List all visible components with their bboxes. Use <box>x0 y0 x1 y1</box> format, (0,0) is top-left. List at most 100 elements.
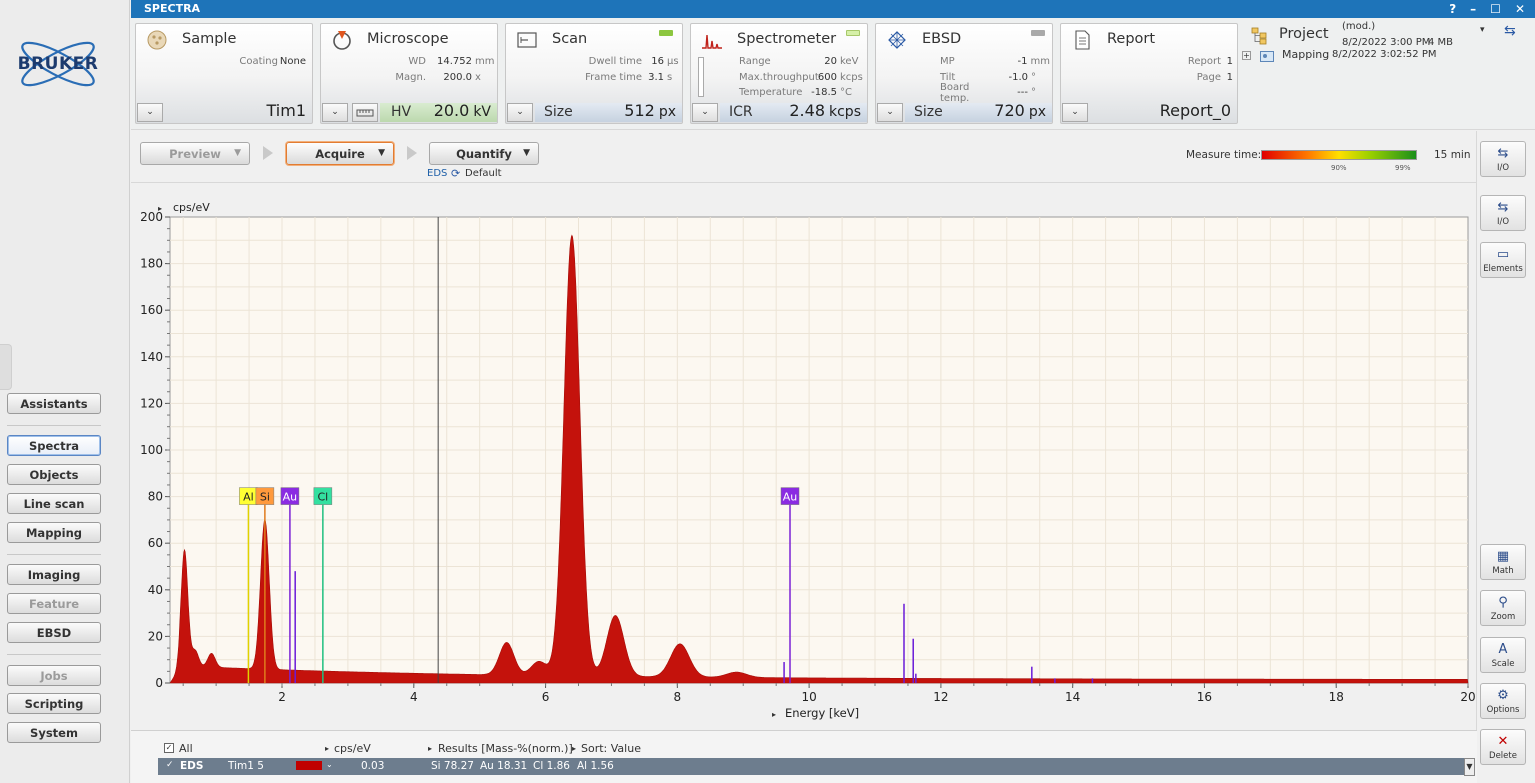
elements-button[interactable]: ▭ Elements <box>1480 242 1526 278</box>
sidebar-button-ebsd[interactable]: EBSD <box>7 622 101 643</box>
select-all-checkbox[interactable]: ✓ <box>164 743 174 753</box>
method-label[interactable]: Default <box>465 168 502 179</box>
sidebar-button-feature[interactable]: Feature <box>7 593 101 614</box>
sidebar-button-imaging[interactable]: Imaging <box>7 564 101 585</box>
expand-arrow-icon[interactable]: ▸ <box>325 744 329 753</box>
sidebar-collapse-handle[interactable] <box>0 344 12 390</box>
report-dropdown[interactable]: ⌄ <box>1062 103 1088 122</box>
wd-label: WD <box>408 56 426 68</box>
throughput-unit: kcps <box>840 71 863 83</box>
spectrometer-dropdown[interactable]: ⌄ <box>692 103 718 122</box>
unit-column-header[interactable]: cps/eV <box>334 742 371 755</box>
project-tree-icon <box>1251 27 1271 48</box>
sample-dropdown[interactable]: ⌄ <box>137 103 163 122</box>
x-axis-label[interactable]: Energy [keV] <box>785 706 859 720</box>
ruler-icon[interactable] <box>352 103 378 122</box>
sidebar-button-objects[interactable]: Objects <box>7 464 101 485</box>
row-checkbox-icon[interactable]: ✓ <box>166 760 174 770</box>
sample-icon <box>146 29 168 51</box>
refresh-icon[interactable]: ⟳ <box>451 167 460 180</box>
results-column-header[interactable]: Results [Mass-%(norm.)] <box>438 742 573 755</box>
sidebar-button-scripting[interactable]: Scripting <box>7 693 101 714</box>
y-axis-label[interactable]: cps/eV <box>173 201 210 214</box>
scan-dropdown[interactable]: ⌄ <box>507 103 533 122</box>
table-row[interactable]: ✓ EDS Tim1 5 ⌄ 0.03 Si 78.27 Au 18.31 Cl… <box>158 758 1464 775</box>
minimize-button[interactable]: – <box>1470 0 1476 18</box>
swap-icon: ⇆ <box>1497 146 1509 161</box>
options-button[interactable]: ⚙ Options <box>1480 683 1526 719</box>
row-color-swatch[interactable] <box>296 761 322 770</box>
title-bar: SPECTRA ? – ☐ ✕ <box>131 0 1535 18</box>
expand-arrow-icon[interactable]: ▸ <box>572 744 576 753</box>
project-sync-icon[interactable]: ⇆ <box>1504 23 1516 39</box>
icr-label: ICR <box>729 104 753 120</box>
element-marker-label[interactable]: Au <box>283 491 298 504</box>
acquire-button[interactable]: Acquire ▼ <box>286 142 394 165</box>
y-axis-expand-icon[interactable]: ▸ <box>158 204 162 213</box>
swatch-dropdown-icon[interactable]: ⌄ <box>326 760 333 769</box>
row-value: 0.03 <box>361 760 385 772</box>
options-icon: ⚙ <box>1497 688 1509 703</box>
sidebar-button-spectra[interactable]: Spectra <box>7 435 101 456</box>
math-button[interactable]: ▦ Math <box>1480 544 1526 580</box>
spectrum-chart[interactable]: Al Si Au Cl Au 2 4 6 8 10 12 14 16 18 20 0 20 40 60 80 100 1… <box>131 184 1475 729</box>
report-panel[interactable]: Report Report 1 Page 1 ⌄ Report_0 <box>1060 23 1238 124</box>
spectrometer-panel[interactable]: Spectrometer Range 20 keV Max.throughput 60… <box>690 23 868 124</box>
chevron-down-icon: ▼ <box>378 148 385 158</box>
io-top-button[interactable]: ⇆ I/O <box>1480 141 1526 177</box>
y-tick-label: 180 <box>140 257 163 271</box>
microscope-title: Microscope <box>367 31 449 47</box>
x-axis-expand-icon[interactable]: ▸ <box>772 710 776 719</box>
icr-value: 2.48 <box>789 101 825 120</box>
chevron-down-icon: ▼ <box>234 148 241 158</box>
sidebar-button-jobs[interactable]: Jobs <box>7 665 101 686</box>
element-marker-label[interactable]: Al <box>243 491 254 504</box>
project-child-label[interactable]: Mapping <box>1282 48 1329 61</box>
maximize-button[interactable]: ☐ <box>1490 0 1501 18</box>
sidebar-button-assistants[interactable]: Assistants <box>7 393 101 414</box>
preview-button[interactable]: Preview ▼ <box>140 142 250 165</box>
scan-size-unit: px <box>658 104 676 120</box>
microscope-panel[interactable]: Microscope WD 14.752 mm Magn. 200.0 x ⌄ HV 2… <box>320 23 498 124</box>
sidebar-button-system[interactable]: System <box>7 722 101 743</box>
sidebar-button-line-scan[interactable]: Line scan <box>7 493 101 514</box>
wd-value: 14.752 <box>437 56 472 68</box>
y-tick-label: 160 <box>140 303 163 317</box>
frame-unit: s <box>667 71 673 83</box>
progress-tick-90: 90% <box>1331 164 1347 172</box>
spectrometer-level-gauge <box>698 57 704 97</box>
element-marker-label[interactable]: Au <box>783 491 798 504</box>
elements-label: Elements <box>1483 264 1523 274</box>
microscope-dropdown[interactable]: ⌄ <box>322 103 348 122</box>
ebsd-dropdown[interactable]: ⌄ <box>877 103 903 122</box>
project-panel[interactable]: Project (mod.) 8/2/2022 3:00 PM 4 MB ▾ ⇆… <box>1240 21 1527 63</box>
expand-arrow-icon[interactable]: ▸ <box>428 744 432 753</box>
element-marker-label[interactable]: Si <box>260 491 270 504</box>
spectrum-svg[interactable]: Al Si Au Cl Au 2 4 6 8 10 12 14 16 18 20 0 20 40 60 80 100 1… <box>131 184 1475 729</box>
document-icon <box>1071 29 1093 51</box>
scale-button[interactable]: A Scale <box>1480 637 1526 673</box>
scan-panel[interactable]: Scan Dwell time 16 µs Frame time 3.1 s ⌄ Siz… <box>505 23 683 124</box>
scroll-down-icon[interactable]: ▼ <box>1464 758 1475 776</box>
expand-icon[interactable]: + <box>1242 51 1251 60</box>
ebsd-panel[interactable]: EBSD MP -1 mm Tilt -1.0 ° Board temp. --- ° ⌄ … <box>875 23 1053 124</box>
sidebar-button-mapping[interactable]: Mapping <box>7 522 101 543</box>
magnifier-icon: ⚲ <box>1498 595 1508 610</box>
io-button[interactable]: ⇆ I/O <box>1480 195 1526 231</box>
sample-panel[interactable]: Sample Coating None ⌄ Tim1 <box>135 23 313 124</box>
eds-mode-label[interactable]: EDS <box>427 168 447 179</box>
sort-column-header[interactable]: Sort: Value <box>581 742 641 755</box>
magn-label: Magn. <box>395 71 426 83</box>
board-temp-value: --- <box>1017 87 1028 99</box>
close-button[interactable]: ✕ <box>1515 0 1525 18</box>
x-tick-label: 16 <box>1197 690 1212 704</box>
throughput-label: Max.throughput <box>739 71 819 83</box>
delete-button[interactable]: ✕ Delete <box>1480 729 1526 765</box>
project-dropdown-icon[interactable]: ▾ <box>1480 25 1485 35</box>
quantify-button[interactable]: Quantify ▼ <box>429 142 539 165</box>
measure-time-value: 15 min <box>1434 149 1471 161</box>
zoom-button[interactable]: ⚲ Zoom <box>1480 590 1526 626</box>
help-button[interactable]: ? <box>1449 0 1456 18</box>
row-au: Au 18.31 <box>480 760 528 772</box>
element-marker-label[interactable]: Cl <box>317 491 328 504</box>
